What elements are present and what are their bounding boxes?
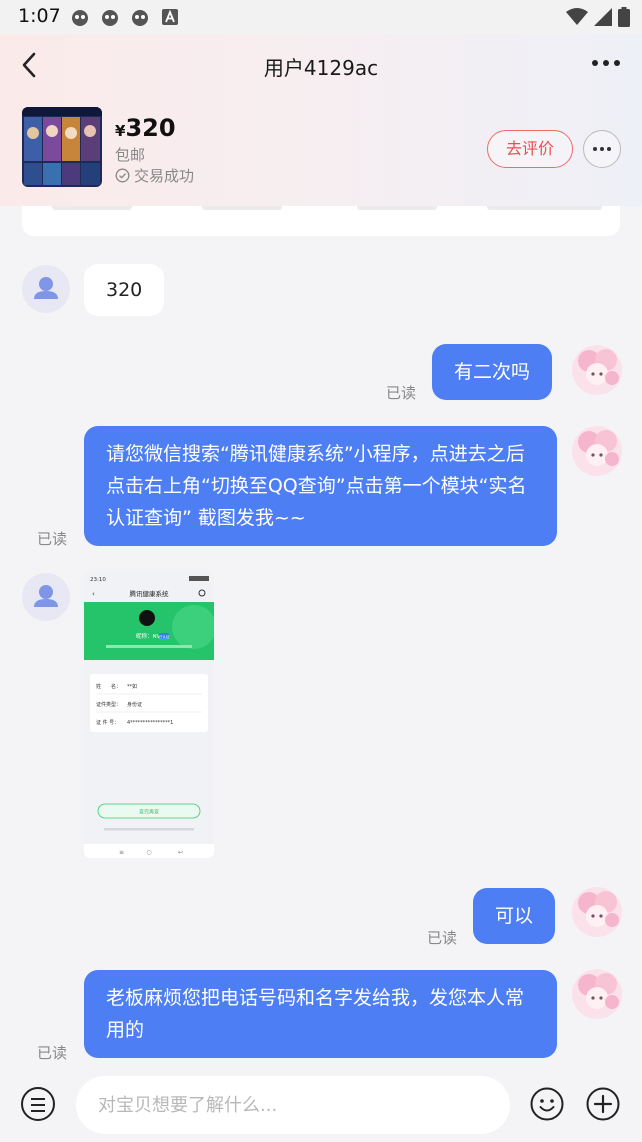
product-price: ¥320: [115, 114, 176, 142]
other-user-avatar[interactable]: [22, 573, 70, 621]
chat-title: 用户4129ac: [263, 56, 379, 80]
message-bubble[interactable]: 请您微信搜索“腾讯健康系统”小程序，点进去之后点击右上角“切换至QQ查询”点击第…: [84, 426, 557, 546]
self-avatar[interactable]: [572, 969, 622, 1019]
review-button[interactable]: 去评价: [487, 130, 573, 168]
notification-a-icon: [162, 9, 178, 25]
message-bubble[interactable]: 老板麻烦您把电话号码和名字发给我，发您本人常用的: [84, 970, 557, 1058]
image-message[interactable]: 23:10 ‹ 腾讯健康系统 昵称：NVC 已认证 姓 名： **如 证件类型：…: [84, 572, 214, 858]
self-avatar[interactable]: [572, 887, 622, 937]
notification-app-icon: [132, 10, 148, 26]
shot-query-button: 查完再查: [139, 809, 159, 816]
shipping-label: 包邮: [115, 146, 146, 164]
read-receipt: 已读: [37, 1044, 68, 1062]
other-user-avatar[interactable]: [22, 265, 70, 313]
notification-app-icon: [72, 10, 88, 26]
status-bar: 1:07: [0, 0, 642, 34]
default-avatar-icon: [34, 585, 58, 607]
shot-id-no-value: 4****************1: [127, 720, 173, 726]
menu-button[interactable]: [21, 1087, 55, 1121]
message-bubble[interactable]: 320: [84, 264, 165, 316]
shot-name-value: **如: [127, 683, 137, 690]
anime-avatar-icon: [572, 345, 622, 395]
price-value: 320: [125, 114, 176, 142]
status-time: 1:07: [18, 5, 61, 27]
emoji-button[interactable]: [530, 1087, 564, 1121]
shot-name-label: 姓 名：: [96, 683, 121, 690]
svg-text:‹: ‹: [92, 590, 95, 598]
product-thumbnail[interactable]: [22, 107, 102, 187]
chat-header: 用户4129ac ¥320 包邮 交易成功 去评价: [0, 34, 642, 206]
check-circle-icon: [115, 168, 130, 183]
screenshot-image: 23:10 ‹ 腾讯健康系统 昵称：NVC 已认证 姓 名： **如 证件类型：…: [84, 572, 214, 858]
svg-text:↩: ↩: [178, 849, 183, 856]
read-receipt: 已读: [37, 530, 68, 548]
anime-avatar-icon: [572, 969, 622, 1019]
plus-button[interactable]: [586, 1087, 620, 1121]
more-options-button[interactable]: [592, 56, 622, 70]
message-input[interactable]: [76, 1076, 510, 1134]
product-actions-strip: [22, 206, 620, 236]
notification-app-icon: [102, 10, 118, 26]
default-avatar-icon: [34, 277, 58, 299]
trade-status-text: 交易成功: [134, 167, 195, 185]
game-account-image: [22, 107, 102, 187]
svg-text:≡: ≡: [119, 849, 124, 856]
input-bar: [0, 1068, 642, 1142]
self-avatar[interactable]: [572, 426, 622, 476]
self-avatar[interactable]: [572, 345, 622, 395]
shot-id-no-label: 证 件 号：: [96, 719, 119, 726]
card-more-button[interactable]: [583, 130, 621, 168]
svg-text:○: ○: [146, 849, 151, 856]
read-receipt: 已读: [427, 929, 458, 947]
trade-status: 交易成功: [115, 165, 194, 186]
message-bubble[interactable]: 可以: [473, 888, 556, 944]
wifi-icon: [566, 8, 588, 25]
shot-title: 腾讯健康系统: [130, 589, 170, 598]
read-receipt: 已读: [386, 384, 417, 402]
anime-avatar-icon: [572, 426, 622, 476]
shot-time: 23:10: [90, 577, 106, 583]
anime-avatar-icon: [572, 887, 622, 937]
signal-icon: [594, 8, 612, 26]
battery-icon: [618, 7, 630, 27]
shot-id-type-label: 证件类型：: [96, 701, 121, 708]
message-bubble[interactable]: 有二次吗: [432, 344, 553, 400]
currency-symbol: ¥: [115, 122, 126, 140]
shot-id-type-value: 身份证: [127, 701, 142, 708]
shot-badge: 已认证: [159, 634, 170, 639]
